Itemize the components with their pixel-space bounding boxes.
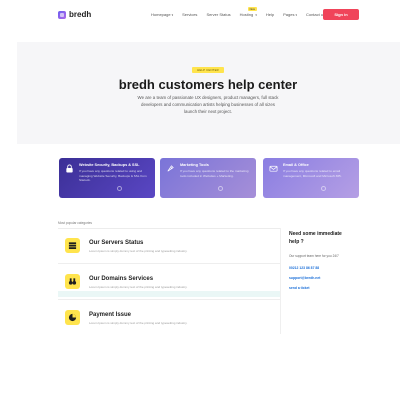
page-title: bredh customers help center [118, 77, 298, 92]
send-ticket-link[interactable]: send a ticket [289, 286, 310, 290]
help-center-badge: HELP CENTER [192, 67, 224, 73]
side-help-title: Need some immediate help ? [289, 231, 342, 245]
nav-homepage[interactable]: Homepage [151, 12, 173, 17]
new-badge: New [247, 7, 257, 11]
card-desc: If you have any questions related to ema… [283, 169, 342, 178]
category-desc: Lorem Ipsum is simply dummy text of the … [89, 321, 188, 325]
category-servers-status[interactable]: Our Servers Status Lorem Ipsum is simply… [58, 232, 280, 264]
logo-text: bredh [69, 10, 92, 19]
logo[interactable]: bredh [58, 10, 91, 19]
arrow-circle-icon [117, 186, 122, 191]
divider [58, 228, 280, 229]
server-icon [65, 238, 80, 253]
card-title: Website Security, Backups & SSL [79, 163, 140, 167]
card-marketing-tools[interactable]: Marketing Tools If you have any question… [160, 158, 256, 198]
phone-link[interactable]: 00212 123 86 87 88 [289, 266, 319, 270]
divider [58, 263, 280, 264]
arrow-circle-icon [321, 186, 326, 191]
site-header: bredh Homepage Services Server Status Ho… [0, 0, 416, 32]
card-title: Email & Office [283, 163, 309, 167]
card-website-security[interactable]: Website Security, Backups & SSL If you h… [59, 158, 155, 198]
card-title: Marketing Tools [180, 163, 209, 167]
rocket-icon [167, 165, 174, 172]
hero-section [17, 42, 400, 144]
logo-mark-icon [58, 10, 66, 19]
category-title: Our Domains Services [89, 276, 154, 282]
nav-help[interactable]: Help [266, 12, 274, 17]
side-help-text: Our support team here for you 24/7 [289, 254, 339, 258]
envelope-icon [269, 165, 278, 172]
hero-subtitle: We are a team of passionate UX designers… [137, 95, 279, 114]
vertical-divider [280, 228, 281, 334]
category-domains-services[interactable]: Our Domains Services Lorem Ipsum is simp… [58, 268, 280, 300]
arrow-circle-icon [218, 186, 223, 191]
card-desc: If you have any questions related to the… [180, 169, 249, 178]
chart-pie-icon [65, 310, 80, 325]
nav-server-status[interactable]: Server Status [206, 12, 230, 17]
lock-icon [66, 164, 73, 173]
divider [58, 299, 280, 300]
nav-pages[interactable]: Pages [283, 12, 297, 17]
nav-hosting-label: Hosting [239, 12, 254, 17]
category-desc: Lorem Ipsum is simply dummy text of the … [89, 285, 188, 289]
category-title: Payment Issue [89, 312, 132, 318]
signin-button[interactable]: Sign in [323, 9, 359, 20]
category-desc: Lorem Ipsum is simply dummy text of the … [89, 249, 188, 253]
nav-services[interactable]: Services [182, 12, 197, 17]
binoculars-icon [65, 274, 80, 289]
categories-label: Most popular categories [58, 221, 93, 225]
card-desc: If you have any questions related to usi… [79, 169, 147, 182]
email-link[interactable]: support@bredh.net [289, 276, 320, 280]
category-title: Our Servers Status [89, 240, 144, 246]
nav-hosting[interactable]: Hosting New [239, 7, 257, 17]
main-nav: Homepage Services Server Status Hosting … [151, 7, 334, 17]
category-payment-issue[interactable]: Payment Issue Lorem Ipsum is simply dumm… [58, 304, 280, 336]
card-email-office[interactable]: Email & Office If you have any questions… [263, 158, 359, 198]
